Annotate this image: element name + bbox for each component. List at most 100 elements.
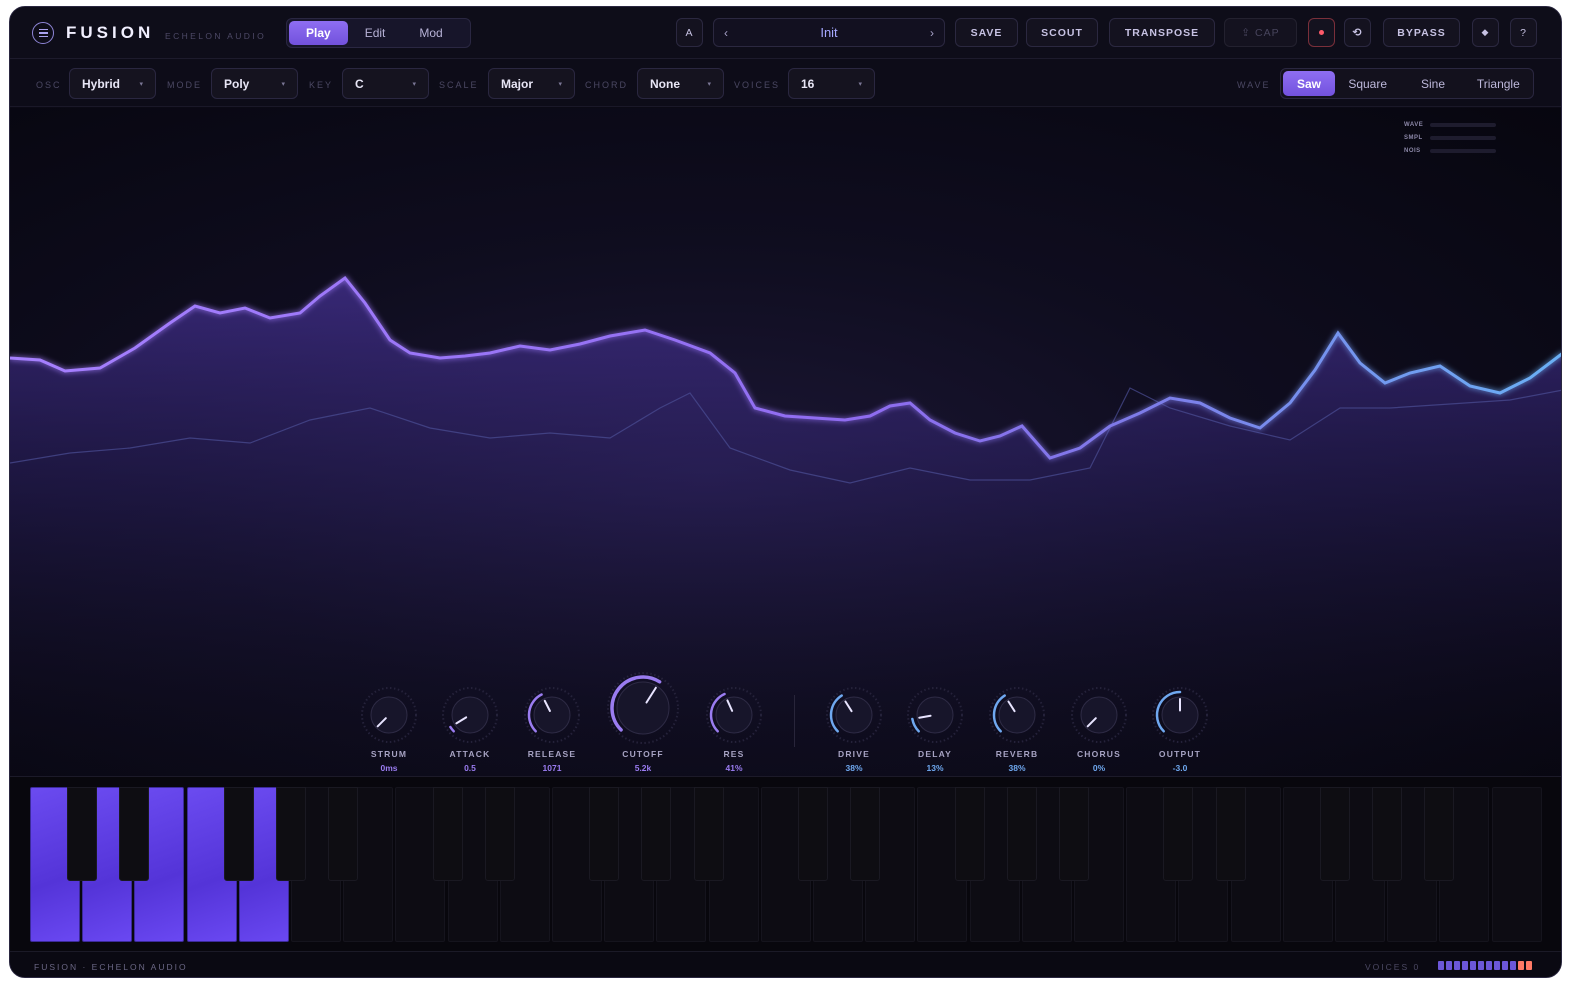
black-key[interactable]: [693, 787, 724, 881]
help-button[interactable]: ?: [1510, 18, 1537, 47]
meter-noise: NOIS: [1404, 144, 1504, 157]
chord-select[interactable]: None ▾: [637, 68, 724, 99]
chord-label: CHORD: [585, 80, 628, 90]
wave-sine[interactable]: Sine: [1400, 71, 1465, 96]
black-key[interactable]: [1424, 787, 1455, 881]
undo-icon: ⟲: [1352, 27, 1363, 39]
black-key[interactable]: [432, 787, 463, 881]
knob-label: REVERB: [995, 749, 1039, 759]
ab-compare-button[interactable]: A: [676, 18, 703, 47]
wave-triangle[interactable]: Triangle: [1466, 71, 1531, 96]
black-key[interactable]: [1372, 787, 1403, 881]
preset-name[interactable]: Init: [820, 25, 837, 40]
record-button[interactable]: [1308, 18, 1335, 47]
knob-dial[interactable]: [359, 685, 419, 745]
black-key[interactable]: [850, 787, 881, 881]
black-key[interactable]: [798, 787, 828, 881]
voice-meter-segment: [1454, 961, 1460, 970]
mode-value: Poly: [224, 76, 250, 91]
knob-attack[interactable]: ATTACK 0.5: [430, 685, 510, 773]
knob-value: 0ms: [380, 763, 398, 773]
knob-dial[interactable]: [824, 685, 884, 745]
knob-divider: [794, 695, 795, 747]
diamond-icon: ◆: [1481, 27, 1490, 37]
scale-label: SCALE: [439, 80, 479, 90]
black-key[interactable]: [484, 787, 515, 881]
scout-button[interactable]: SCOUT: [1026, 18, 1098, 47]
knob-body: [616, 681, 670, 735]
knob-strum[interactable]: STRUM 0ms: [349, 685, 429, 773]
black-key[interactable]: [1215, 787, 1246, 881]
tab-edit[interactable]: Edit: [348, 21, 403, 45]
knob-chorus[interactable]: CHORUS 0%: [1059, 685, 1139, 773]
knob-dial[interactable]: [987, 685, 1047, 745]
level-meters: WAVE SMPL NOIS: [1404, 118, 1504, 157]
save-button[interactable]: SAVE: [955, 18, 1018, 47]
black-key[interactable]: [328, 787, 359, 881]
knob-value: 5.2k: [634, 763, 652, 773]
voice-meter-segment: [1446, 961, 1452, 970]
knob-cutoff[interactable]: CUTOFF 5.2k: [603, 671, 683, 773]
osc-select[interactable]: Hybrid ▾: [69, 68, 156, 99]
wave-square[interactable]: Square: [1335, 71, 1400, 96]
knob-body: [451, 696, 489, 734]
meter-label: NOIS: [1404, 147, 1421, 154]
chevron-down-icon: ▾: [139, 80, 143, 88]
knob-label: STRUM: [370, 749, 408, 759]
black-key[interactable]: [641, 787, 672, 881]
black-key[interactable]: [954, 787, 985, 881]
chord-value: None: [650, 76, 680, 91]
knob-body: [370, 696, 408, 734]
knob-dial[interactable]: [606, 671, 680, 745]
black-key[interactable]: [223, 787, 254, 881]
knob-label: CHORUS: [1076, 749, 1122, 759]
black-key[interactable]: [276, 787, 306, 881]
tab-mod[interactable]: Mod: [402, 21, 459, 45]
menu-icon[interactable]: [32, 22, 54, 44]
white-key[interactable]: [1491, 787, 1542, 942]
chevron-down-icon: ▾: [707, 80, 711, 88]
osc-label: OSC: [36, 80, 62, 90]
knob-release[interactable]: RELEASE 1071: [512, 685, 592, 773]
voice-meter-segment: [1518, 961, 1524, 970]
tab-play[interactable]: Play: [289, 21, 348, 45]
voices-select[interactable]: 16 ▾: [788, 68, 875, 99]
black-key[interactable]: [1006, 787, 1037, 881]
key-select[interactable]: C ▾: [342, 68, 429, 99]
undo-button[interactable]: ⟲: [1344, 18, 1371, 47]
voice-meter-segment: [1494, 961, 1500, 970]
mode-select[interactable]: Poly ▾: [211, 68, 298, 99]
knob-delay[interactable]: DELAY 13%: [895, 685, 975, 773]
knob-dial[interactable]: [440, 685, 500, 745]
wave-saw[interactable]: Saw: [1283, 71, 1335, 96]
black-key[interactable]: [589, 787, 620, 881]
knob-body: [1080, 696, 1118, 734]
bypass-button[interactable]: BYPASS: [1383, 18, 1460, 47]
black-key[interactable]: [1163, 787, 1194, 881]
voice-meter-segment: [1510, 961, 1516, 970]
scale-select[interactable]: Major ▾: [488, 68, 575, 99]
caps-lock-button[interactable]: ⇪ CAP: [1224, 18, 1297, 47]
prev-preset-button[interactable]: ‹: [724, 26, 728, 40]
knob-res[interactable]: RES 41%: [694, 685, 774, 773]
control-bar: OSC Hybrid ▾ MODE Poly ▾ KEY C ▾ SCALE M…: [10, 59, 1561, 107]
knob-dial[interactable]: [1150, 685, 1210, 745]
next-preset-button[interactable]: ›: [930, 26, 934, 40]
knob-dial[interactable]: [522, 685, 582, 745]
black-key[interactable]: [119, 787, 150, 881]
knob-reverb[interactable]: REVERB 38%: [977, 685, 1057, 773]
settings-button[interactable]: ◆: [1472, 18, 1499, 47]
knob-dial[interactable]: [1069, 685, 1129, 745]
knob-dial[interactable]: [704, 685, 764, 745]
knob-drive[interactable]: DRIVE 38%: [814, 685, 894, 773]
preset-navigator: ‹ Init ›: [713, 18, 945, 47]
black-key[interactable]: [67, 787, 98, 881]
knob-dial[interactable]: [905, 685, 965, 745]
black-key[interactable]: [1059, 787, 1089, 881]
knob-output[interactable]: OUTPUT -3.0: [1140, 685, 1220, 773]
black-key[interactable]: [1320, 787, 1350, 881]
voice-meter: [1438, 961, 1532, 970]
knob-value: 0.5: [464, 763, 476, 773]
transpose-button[interactable]: TRANSPOSE: [1109, 18, 1215, 47]
app-logo: FUSION: [66, 23, 155, 42]
